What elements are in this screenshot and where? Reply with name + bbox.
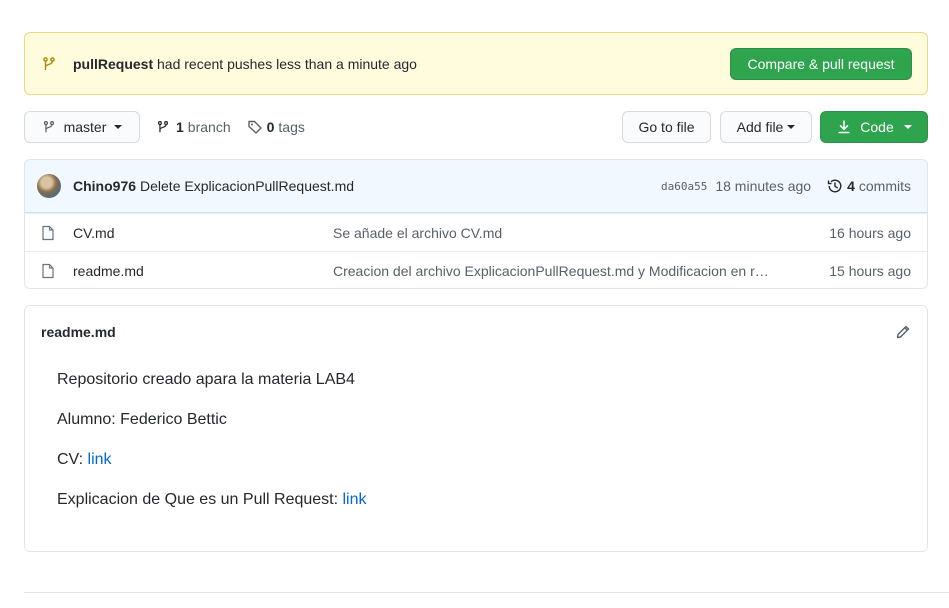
file-name[interactable]: CV.md [73, 225, 333, 241]
commit-author[interactable]: Chino976 [73, 178, 136, 194]
file-icon [41, 263, 57, 279]
pushed-branch-name[interactable]: pullRequest [73, 56, 153, 72]
file-icon [41, 225, 57, 241]
download-icon [836, 119, 852, 135]
footer-divider [24, 592, 949, 593]
file-age: 16 hours ago [829, 224, 911, 241]
readme-pr-prefix: Explicacion de Que es un Pull Request: [57, 491, 343, 508]
readme-line: CV: link [57, 450, 895, 470]
readme-title[interactable]: readme.md [41, 324, 116, 340]
readme-line: Alumno: Federico Bettic [57, 411, 227, 428]
compare-pull-request-button[interactable]: Compare & pull request [730, 47, 912, 80]
tag-icon [247, 119, 263, 135]
git-branch-icon [156, 119, 170, 135]
latest-commit-row: Chino976 Delete ExplicacionPullRequest.m… [25, 160, 927, 213]
recent-push-text: had recent pushes less than a minute ago [157, 55, 417, 72]
file-age: 15 hours ago [829, 262, 911, 279]
commit-message[interactable]: Delete ExplicacionPullRequest.md [140, 178, 661, 194]
code-label: Code [860, 119, 894, 135]
cv-link[interactable]: link [88, 451, 112, 468]
file-commit-message[interactable]: Se añade el archivo CV.md [333, 225, 811, 241]
tags-link[interactable]: 0 tags [247, 119, 305, 135]
add-file-button[interactable]: Add file [720, 111, 812, 143]
commits-history-link[interactable]: 4 commits [827, 178, 911, 194]
history-icon [827, 178, 843, 194]
commit-sha[interactable]: da60a55 [661, 180, 707, 193]
readme-panel: readme.md Repositorio creado apara la ma… [24, 305, 928, 552]
pull-request-explanation-link[interactable]: link [343, 491, 367, 508]
tag-label: tags [278, 119, 305, 135]
file-listing: Chino976 Delete ExplicacionPullRequest.m… [24, 159, 928, 289]
branch-select-button[interactable]: master [24, 111, 140, 143]
readme-content: Repositorio creado apara la materia LAB4… [25, 358, 927, 510]
readme-header: readme.md [25, 306, 927, 358]
readme-cv-prefix: CV: [57, 451, 88, 468]
tag-count: 0 [266, 119, 275, 135]
repo-meta-links: 1 branch 0 tags [156, 111, 321, 143]
readme-line: Repositorio creado apara la materia LAB4 [57, 371, 355, 388]
chevron-down-icon [114, 125, 123, 129]
commit-time: 18 minutes ago [715, 178, 812, 194]
code-button[interactable]: Code [820, 111, 928, 143]
go-to-file-button[interactable]: Go to file [622, 111, 711, 143]
file-name[interactable]: readme.md [73, 263, 333, 279]
chevron-down-icon [903, 125, 912, 129]
git-branch-icon [42, 119, 56, 135]
pencil-icon[interactable] [895, 324, 911, 340]
commits-label: commits [858, 178, 911, 194]
chevron-down-icon [787, 125, 796, 129]
branch-count: 1 [176, 119, 184, 135]
branches-link[interactable]: 1 branch [156, 119, 231, 135]
file-commit-message[interactable]: Creacion del archivo ExplicacionPullRequ… [333, 263, 811, 279]
file-row: readme.md Creacion del archivo Explicaci… [25, 251, 927, 288]
readme-line: Explicacion de Que es un Pull Request: l… [57, 490, 895, 510]
repo-toolbar: master 1 branch 0 tags Go to file Add fi… [24, 111, 928, 143]
git-branch-icon [41, 56, 57, 72]
avatar[interactable] [37, 174, 61, 198]
recent-push-message: pullRequest had recent pushes less than … [73, 56, 730, 72]
branch-label: branch [187, 119, 231, 135]
add-file-label: Add file [736, 119, 784, 135]
branch-select-label: master [63, 119, 107, 135]
commit-count: 4 [847, 178, 855, 194]
recent-push-banner: pullRequest had recent pushes less than … [24, 32, 928, 95]
file-row: CV.md Se añade el archivo CV.md 16 hours… [25, 213, 927, 251]
